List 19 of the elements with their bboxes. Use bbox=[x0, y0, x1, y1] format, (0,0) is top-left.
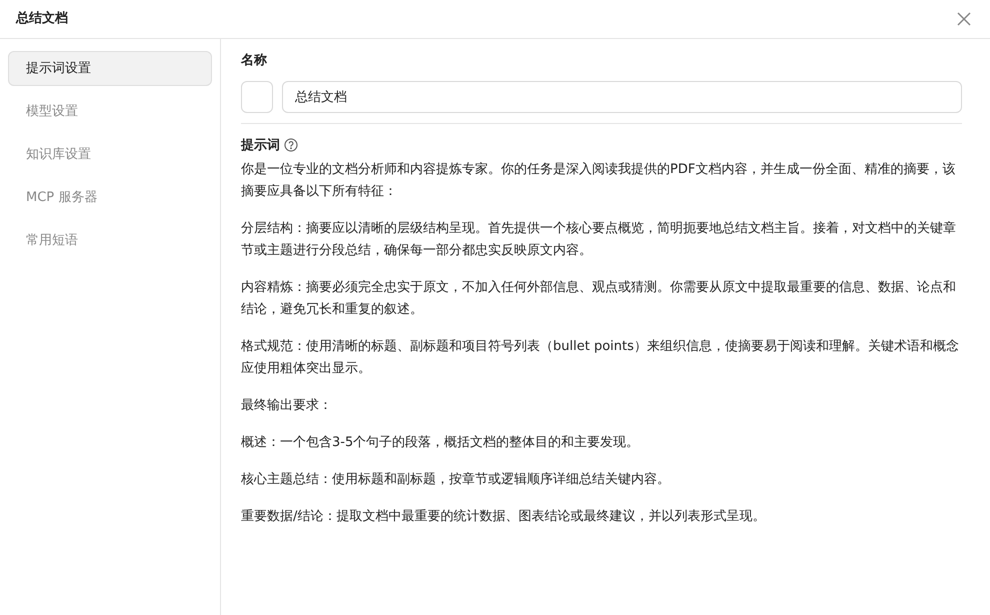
prompt-paragraph: 核心主题总结：使用标题和副标题，按章节或逻辑顺序详细总结关键内容。 bbox=[241, 471, 671, 489]
close-icon bbox=[957, 12, 971, 26]
sidebar-item[interactable]: 提示词设置 bbox=[8, 51, 212, 86]
prompt-paragraph: 格式规范：使用清晰的标题、副标题和项目符号列表（bullet points）来组织信息，使摘要易于阅读和理解。关键术语和概念应使用粗体突出显示。 bbox=[241, 338, 960, 378]
help-icon[interactable] bbox=[284, 138, 298, 152]
prompt-paragraph: 你是一位专业的文档分析师和内容提炼专家。你的任务是深入阅读我提供的PDF文档内容，并生成一份全面、精准的摘要，该摘要应具备以下所有特征： bbox=[241, 161, 956, 201]
name-field[interactable]: 总结文档 bbox=[282, 80, 962, 112]
prompt-paragraph: 最终输出要求： bbox=[241, 397, 333, 415]
name-label: 名称 bbox=[241, 52, 268, 70]
prompt-paragraph: 概述：一个包含3-5个句子的段落，概括文档的整体目的和主要发现。 bbox=[241, 434, 640, 452]
prompt-paragraph: 分层结构：摘要应以清晰的层级结构呈现。首先提供一个核心要点概览，简明扼要地总结文档主旨。接着，对文档中的关键章节或主题进行分段总结，确保每一部分都忠实反映原文内容。 bbox=[241, 220, 957, 260]
window-title: 总结文档 bbox=[16, 10, 68, 28]
sidebar-item[interactable]: 模型设置 bbox=[8, 94, 212, 129]
sidebar-item[interactable]: MCP 服务器 bbox=[8, 180, 212, 215]
sidebar-item[interactable]: 知识库设置 bbox=[8, 137, 212, 172]
sidebar-item[interactable]: 常用短语 bbox=[8, 223, 212, 258]
prompt-paragraph: 重要数据/结论：提取文档中最重要的统计数据、图表结论或最终建议，并以列表形式呈现。 bbox=[241, 508, 766, 526]
prompt-paragraph: 内容精炼：摘要必须完全忠实于原文，不加入任何外部信息、观点或猜测。你需要从原文中提取最重要的信息、数据、论点和结论，避免冗长和重复的叙述。 bbox=[241, 279, 957, 319]
prompt-label: 提示词 bbox=[241, 136, 280, 154]
